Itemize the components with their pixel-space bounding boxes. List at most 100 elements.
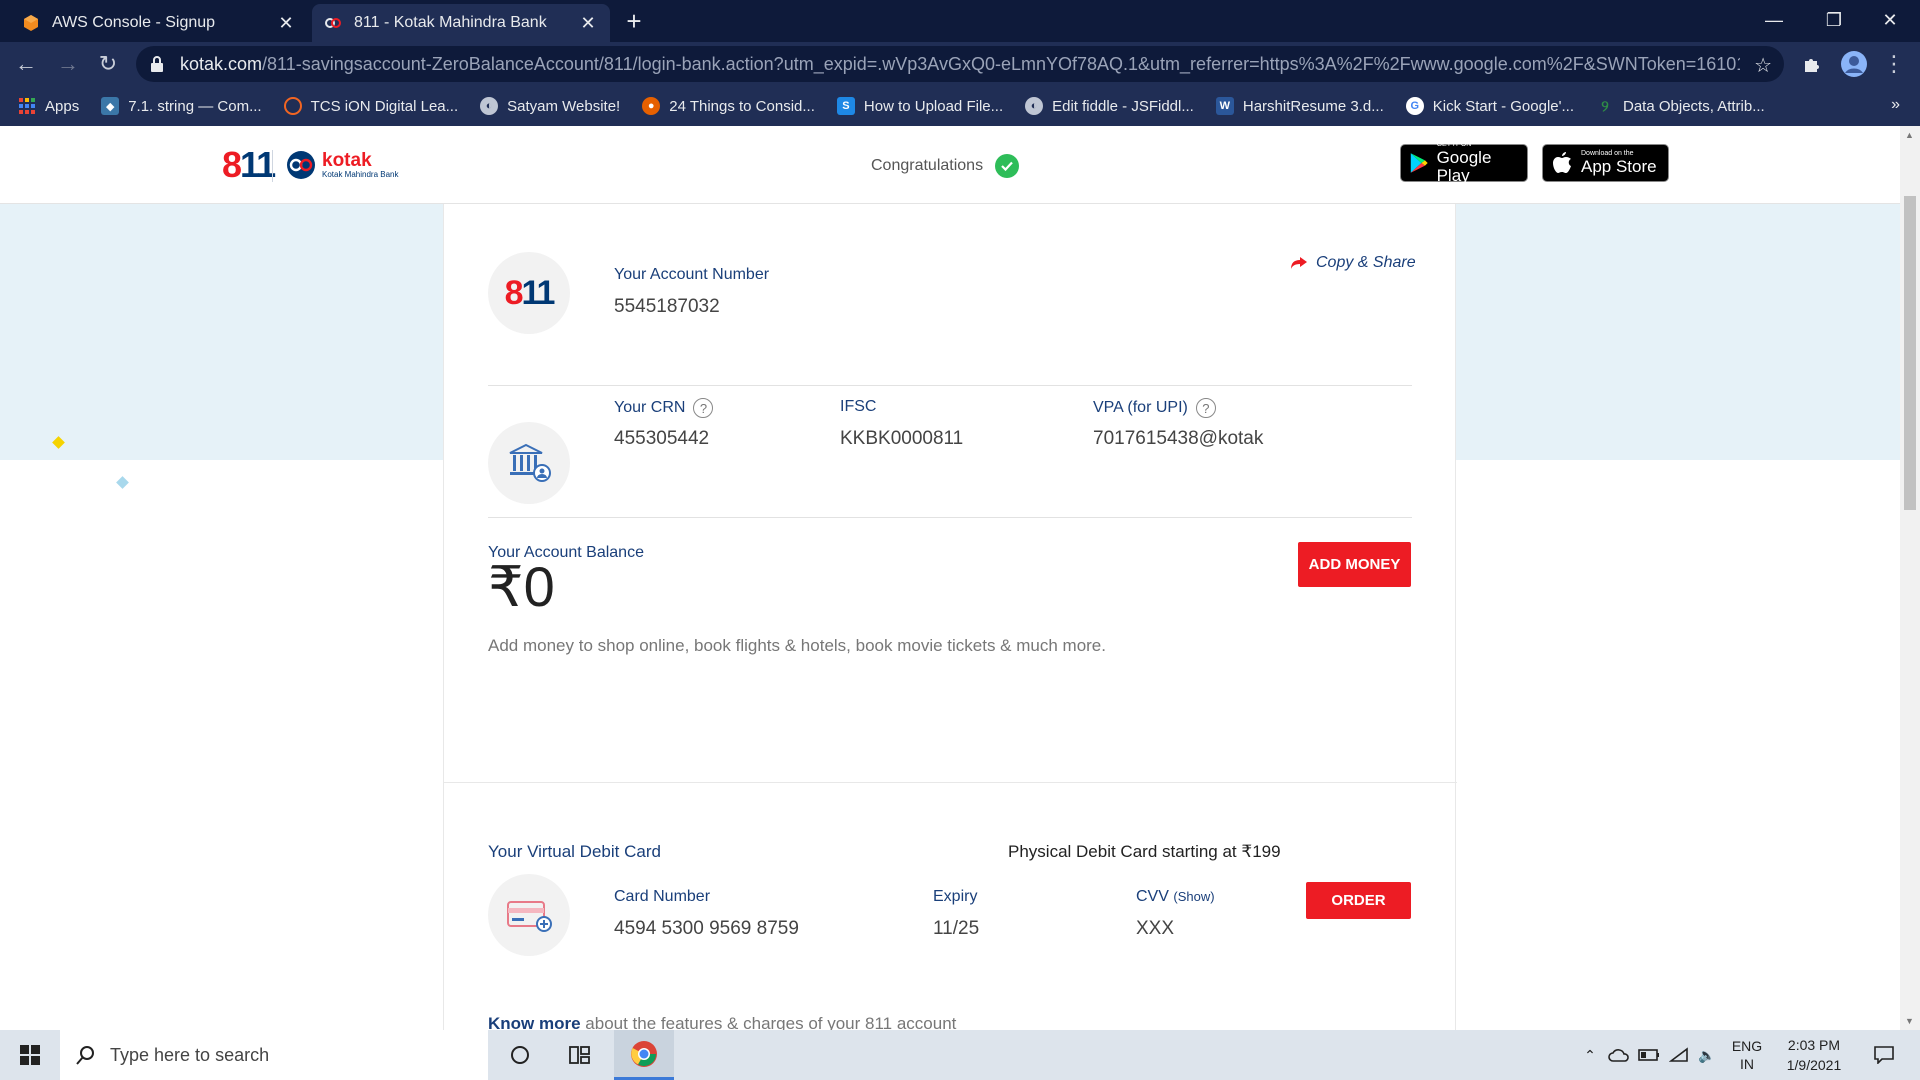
- cvv-label: CVV (Show): [1136, 888, 1215, 905]
- new-tab-button[interactable]: +: [620, 8, 648, 36]
- google-play-icon: [1410, 153, 1428, 173]
- logo-811-badge: 811: [488, 252, 570, 334]
- notifications-icon[interactable]: [1864, 1030, 1904, 1080]
- bookmark-apps[interactable]: Apps: [18, 97, 79, 115]
- tab-title: AWS Console - Signup: [52, 14, 216, 31]
- expiry-label: Expiry: [933, 888, 978, 905]
- logo-811[interactable]: 811: [222, 144, 276, 186]
- bookmark-data-objects[interactable]: ୨ Data Objects, Attrib...: [1596, 97, 1764, 115]
- bookmarks-bar: Apps ◆ 7.1. string — Com... TCS iON Digi…: [0, 86, 1920, 126]
- account-details-card: 811 Your Account Number 5545187032 Copy …: [443, 204, 1457, 1030]
- onedrive-cloud-icon[interactable]: [1606, 1030, 1632, 1080]
- url-text: kotak.com/811-savingsaccount-ZeroBalance…: [180, 53, 1740, 74]
- scroll-down-icon[interactable]: ▼: [1905, 1016, 1914, 1026]
- bookmark-star-icon[interactable]: ☆: [1754, 53, 1772, 78]
- back-arrow-icon[interactable]: ←: [10, 48, 42, 80]
- scrollbar-thumb[interactable]: [1904, 196, 1916, 510]
- sparkle-decoration: [116, 476, 129, 489]
- cvv-show-link[interactable]: (Show): [1173, 889, 1214, 904]
- app-store-badge[interactable]: Download on the App Store: [1542, 144, 1669, 182]
- tab-aws-console[interactable]: AWS Console - Signup ✕: [10, 4, 308, 42]
- windows-start-icon[interactable]: [5, 1030, 55, 1080]
- google-play-badge[interactable]: GET IT ON Google Play: [1400, 141, 1528, 185]
- cvv-value: XXX: [1136, 918, 1175, 939]
- bookmark-upload-file[interactable]: S How to Upload File...: [836, 97, 1003, 115]
- order-card-button[interactable]: ORDER: [1306, 882, 1411, 919]
- browser-tab-strip: AWS Console - Signup ✕ 811 - Kotak Mahin…: [0, 0, 1920, 42]
- account-number-label: Your Account Number: [614, 266, 770, 283]
- card-number-label: Card Number: [614, 888, 711, 905]
- battery-icon[interactable]: [1636, 1030, 1662, 1080]
- help-question-icon[interactable]: ?: [693, 398, 714, 418]
- restore-icon[interactable]: ❐: [1806, 0, 1862, 40]
- clock[interactable]: 2:03 PM 1/9/2021: [1774, 1030, 1854, 1080]
- ifsc-value: KKBK0000811: [840, 428, 964, 449]
- aws-cube-icon: [22, 14, 40, 32]
- physical-card-text: Physical Debit Card starting at ₹199: [1008, 842, 1281, 861]
- close-tab-icon[interactable]: ✕: [578, 13, 598, 34]
- add-money-button[interactable]: ADD MONEY: [1298, 542, 1411, 587]
- word-icon: W: [1215, 97, 1234, 115]
- tcs-icon: [283, 97, 302, 115]
- cortana-circle-icon[interactable]: [495, 1030, 545, 1080]
- bookmarks-overflow-icon[interactable]: »: [1891, 96, 1900, 114]
- help-question-icon[interactable]: ?: [1195, 398, 1216, 418]
- chrome-taskbar-icon[interactable]: [614, 1030, 674, 1080]
- divider: [488, 517, 1412, 518]
- tray-overflow-icon[interactable]: ⌃: [1578, 1030, 1602, 1080]
- bookmark-24-things[interactable]: ● 24 Things to Consid...: [642, 97, 815, 115]
- bookmark-kick-start[interactable]: G Kick Start - Google'...: [1405, 97, 1574, 115]
- crn-value: 455305442: [614, 428, 710, 449]
- globe-icon: ◐: [480, 97, 499, 115]
- bookmark-jsfiddle[interactable]: ◐ Edit fiddle - JSFiddl...: [1025, 97, 1194, 115]
- close-window-icon[interactable]: ✕: [1862, 0, 1918, 40]
- tab-title: 811 - Kotak Mahindra Bank: [354, 14, 547, 31]
- task-view-icon[interactable]: [555, 1030, 605, 1080]
- balance-description: Add money to shop online, book flights &…: [488, 636, 1106, 655]
- card-icon: [488, 874, 570, 956]
- logo-divider: [272, 150, 273, 182]
- bank-customer-icon: [488, 422, 570, 504]
- volume-icon[interactable]: 🔈: [1694, 1030, 1720, 1080]
- search-icon: [76, 1046, 94, 1065]
- vpa-value: 7017615438@kotak: [1093, 428, 1264, 449]
- congratulations-status: Congratulations: [871, 154, 1020, 178]
- kotak-logo[interactable]: kotak Kotak Mahindra Bank: [284, 150, 399, 180]
- know-more-note: Know more about the features & charges o…: [488, 1014, 956, 1030]
- section-divider: [444, 782, 1457, 783]
- copy-share-link[interactable]: Copy & Share: [1290, 254, 1416, 272]
- extensions-puzzle-icon[interactable]: [1796, 48, 1828, 80]
- minimize-icon[interactable]: —: [1746, 0, 1802, 40]
- taskbar-search-input[interactable]: Type here to search: [60, 1030, 488, 1080]
- account-number-value: 5545187032: [614, 296, 720, 317]
- s-icon: S: [836, 97, 855, 115]
- browser-toolbar: ← → ↻ kotak.com/811-savingsaccount-ZeroB…: [0, 42, 1920, 86]
- page-viewport: 811 kotak Kotak Mahindra Bank Congratula…: [0, 126, 1900, 1030]
- bookmark-resume[interactable]: W HarshitResume 3.d...: [1215, 97, 1384, 115]
- know-more-link[interactable]: Know more: [488, 1014, 581, 1030]
- bookmark-python-string[interactable]: ◆ 7.1. string — Com...: [101, 97, 262, 115]
- bookmark-tcs-ion[interactable]: TCS iON Digital Lea...: [283, 97, 458, 115]
- page-scrollbar[interactable]: ▲ ▼: [1900, 126, 1920, 1030]
- windows-taskbar: Type here to search ⌃ 🔈 ENG IN 2:03 PM 1/9…: [0, 1030, 1920, 1080]
- tab-kotak-811[interactable]: 811 - Kotak Mahindra Bank ✕: [312, 4, 610, 42]
- wifi-icon[interactable]: [1666, 1030, 1692, 1080]
- virtual-debit-card-title: Your Virtual Debit Card: [488, 842, 661, 861]
- lock-icon: [151, 56, 163, 72]
- apps-grid-icon: [18, 97, 36, 115]
- ifsc-label: IFSC: [840, 398, 877, 415]
- scroll-up-icon[interactable]: ▲: [1905, 130, 1914, 140]
- profile-avatar[interactable]: [1838, 48, 1870, 80]
- share-arrow-icon: [1291, 257, 1307, 269]
- bookmark-satyam[interactable]: ◐ Satyam Website!: [480, 97, 620, 115]
- card-number-value: 4594 5300 9569 8759: [614, 918, 799, 939]
- close-tab-icon[interactable]: ✕: [276, 13, 296, 34]
- chrome-menu-icon[interactable]: ⋮: [1878, 48, 1910, 80]
- expiry-value: 11/25: [933, 918, 980, 939]
- google-icon: G: [1405, 97, 1424, 115]
- reload-icon[interactable]: ↻: [92, 48, 124, 80]
- address-bar[interactable]: kotak.com/811-savingsaccount-ZeroBalance…: [136, 46, 1784, 82]
- site-header: 811 kotak Kotak Mahindra Bank Congratula…: [0, 126, 1900, 204]
- forward-arrow-icon[interactable]: →: [52, 48, 84, 80]
- language-indicator[interactable]: ENG IN: [1726, 1030, 1768, 1080]
